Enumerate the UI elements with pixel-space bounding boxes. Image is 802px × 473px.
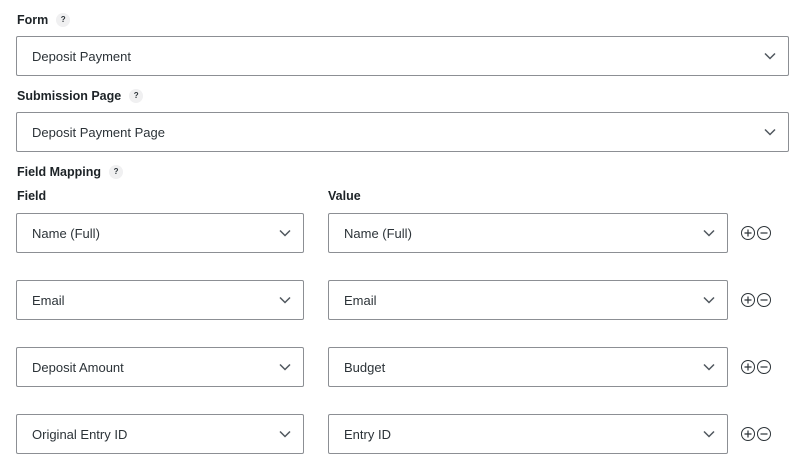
minus-icon [760,232,768,234]
remove-row-button[interactable] [757,293,771,307]
field-column-header: Field [17,189,47,203]
mapping-field-value: Name (Full) [32,225,100,241]
row-actions [741,226,771,240]
help-icon[interactable]: ? [109,165,124,179]
chevron-down-icon [279,296,291,304]
chevron-down-icon [279,430,291,438]
minus-icon [760,433,768,435]
row-actions [741,360,771,374]
mapping-field-select[interactable]: Name (Full) [16,213,304,253]
form-select-value: Deposit Payment [32,48,131,64]
minus-icon [760,366,768,368]
plus-icon [744,430,752,438]
add-row-button[interactable] [741,226,755,240]
plus-icon [744,296,752,304]
chevron-down-icon [703,363,715,371]
help-icon[interactable]: ? [56,13,71,27]
plus-icon [744,363,752,371]
remove-row-button[interactable] [757,360,771,374]
chevron-down-icon [279,363,291,371]
mapping-value-select[interactable]: Budget [328,347,728,387]
submission-page-select-value: Deposit Payment Page [32,124,165,140]
value-column-header: Value [328,189,361,203]
mapping-field-value: Original Entry ID [32,426,128,442]
remove-row-button[interactable] [757,427,771,441]
mapping-field-select[interactable]: Email [16,280,304,320]
submission-page-label-text: Submission Page [17,88,122,103]
add-row-button[interactable] [741,360,755,374]
help-icon[interactable]: ? [129,89,144,103]
submission-page-select[interactable]: Deposit Payment Page [16,112,789,152]
form-select[interactable]: Deposit Payment [16,36,789,76]
row-actions [741,293,771,307]
mapping-field-value: Email [32,292,65,308]
mapping-value-value: Email [344,292,377,308]
mapping-value-select[interactable]: Email [328,280,728,320]
chevron-down-icon [764,52,776,60]
field-mapping-label-text: Field Mapping [17,164,102,179]
chevron-down-icon [703,430,715,438]
field-mapping-label: Field Mapping ? [17,164,124,179]
submission-page-label: Submission Page ? [17,88,144,103]
mapping-value-value: Entry ID [344,426,391,442]
chevron-down-icon [703,229,715,237]
minus-icon [760,299,768,301]
mapping-field-select[interactable]: Deposit Amount [16,347,304,387]
row-actions [741,427,771,441]
mapping-field-value: Deposit Amount [32,359,124,375]
mapping-value-value: Name (Full) [344,225,412,241]
mapping-value-select[interactable]: Name (Full) [328,213,728,253]
mapping-field-select[interactable]: Original Entry ID [16,414,304,454]
form-label-text: Form [17,12,49,27]
mapping-value-select[interactable]: Entry ID [328,414,728,454]
add-row-button[interactable] [741,293,755,307]
form-label: Form ? [17,12,71,27]
add-row-button[interactable] [741,427,755,441]
chevron-down-icon [279,229,291,237]
chevron-down-icon [764,128,776,136]
mapping-value-value: Budget [344,359,386,375]
chevron-down-icon [703,296,715,304]
remove-row-button[interactable] [757,226,771,240]
plus-icon [744,229,752,237]
